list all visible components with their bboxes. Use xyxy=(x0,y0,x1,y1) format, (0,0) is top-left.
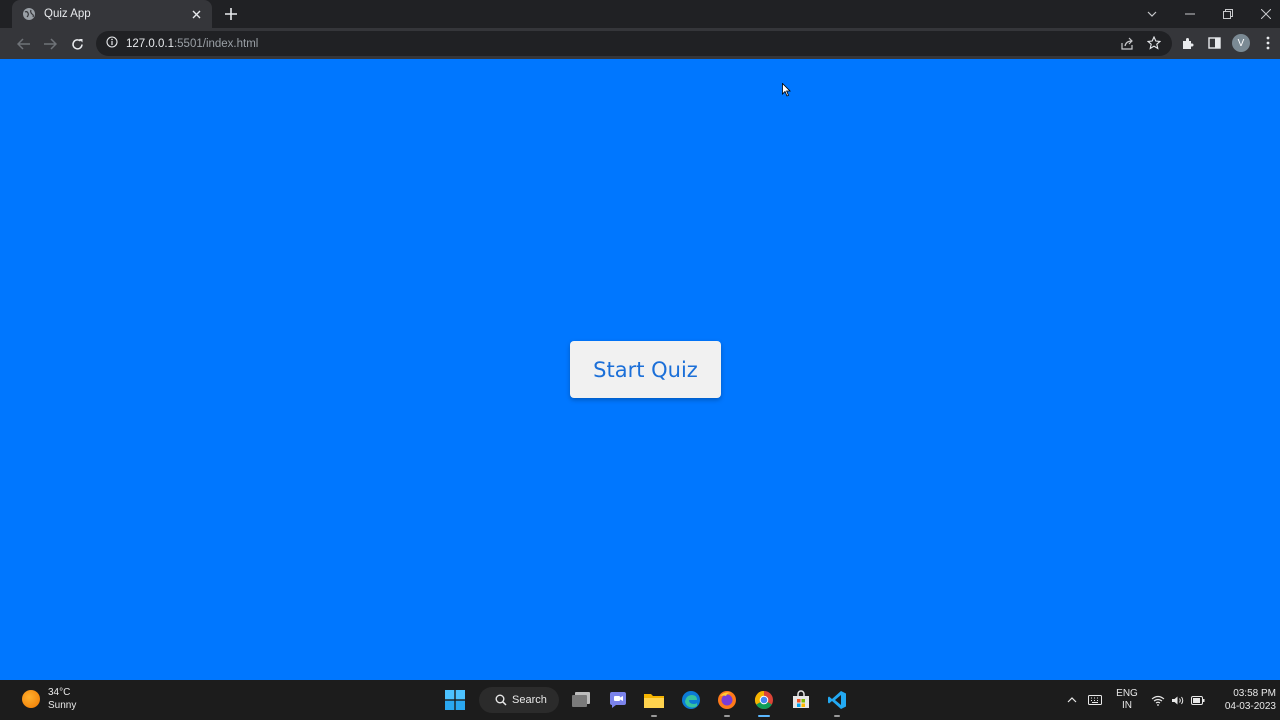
clock-date: 04-03-2023 xyxy=(1224,701,1276,712)
url-host: 127.0.0.1 xyxy=(126,37,174,50)
url-text: 127.0.0.1:5501/index.html xyxy=(126,38,258,50)
back-icon[interactable] xyxy=(14,34,34,54)
task-view-icon[interactable] xyxy=(567,686,595,714)
weather-condition: Sunny xyxy=(48,700,77,711)
wifi-icon[interactable] xyxy=(1150,680,1166,720)
firefox-icon[interactable] xyxy=(713,686,741,717)
lang-line2: IN xyxy=(1122,700,1132,711)
running-indicator xyxy=(724,715,730,717)
sun-icon xyxy=(22,690,40,708)
clock-time: 03:58 PM xyxy=(1233,688,1276,699)
tab-search-icon[interactable] xyxy=(1133,0,1171,28)
info-icon[interactable] xyxy=(106,35,118,53)
volume-icon[interactable] xyxy=(1170,680,1186,720)
search-icon xyxy=(495,694,507,706)
forward-icon[interactable] xyxy=(40,34,60,54)
search-label: Search xyxy=(512,694,547,706)
chat-icon[interactable] xyxy=(604,686,632,714)
restore-icon[interactable] xyxy=(1209,0,1247,28)
browser-toolbar: 127.0.0.1:5501/index.html V xyxy=(0,28,1280,59)
weather-temp: 34°C xyxy=(48,687,71,698)
close-tab-icon[interactable] xyxy=(188,6,204,22)
share-icon[interactable] xyxy=(1117,33,1137,53)
lang-line1: ENG xyxy=(1116,688,1138,699)
chevron-up-icon[interactable] xyxy=(1063,680,1081,720)
browser-tab-strip: Quiz App xyxy=(0,0,1280,28)
weather-widget[interactable]: 34°C Sunny xyxy=(22,686,76,712)
tab-title: Quiz App xyxy=(44,8,91,20)
bookmark-star-icon[interactable] xyxy=(1144,33,1164,53)
windows-taskbar: 34°C Sunny Search ENG IN 03:58 PM 04-03-… xyxy=(0,680,1280,720)
file-explorer-icon[interactable] xyxy=(640,686,668,717)
start-quiz-button[interactable]: Start Quiz xyxy=(570,341,721,398)
keyboard-icon[interactable] xyxy=(1086,680,1104,720)
mouse-cursor-icon xyxy=(782,82,791,102)
close-window-icon[interactable] xyxy=(1247,0,1280,28)
side-panel-icon[interactable] xyxy=(1204,33,1224,53)
windows-start-icon[interactable] xyxy=(441,686,469,714)
system-clock[interactable]: 03:58 PM 04-03-2023 xyxy=(1214,687,1276,713)
active-indicator xyxy=(758,715,770,717)
edge-icon[interactable] xyxy=(677,686,705,714)
address-bar[interactable]: 127.0.0.1:5501/index.html xyxy=(96,31,1172,56)
new-tab-button[interactable] xyxy=(222,5,240,23)
minimize-icon[interactable] xyxy=(1171,0,1209,28)
reload-icon[interactable] xyxy=(67,34,87,54)
menu-kebab-icon[interactable] xyxy=(1258,33,1278,53)
profile-avatar[interactable]: V xyxy=(1232,34,1250,52)
store-icon[interactable] xyxy=(787,686,815,714)
browser-tab[interactable]: Quiz App xyxy=(12,0,212,28)
running-indicator xyxy=(651,715,657,717)
extensions-icon[interactable] xyxy=(1177,33,1197,53)
running-indicator xyxy=(834,715,840,717)
vscode-icon[interactable] xyxy=(823,686,851,717)
battery-icon[interactable] xyxy=(1190,680,1206,720)
globe-icon xyxy=(22,7,36,21)
chrome-icon[interactable] xyxy=(750,686,778,717)
url-path: :5501/index.html xyxy=(173,37,259,50)
page-viewport: Start Quiz xyxy=(0,59,1280,680)
language-indicator[interactable]: ENG IN xyxy=(1116,688,1138,712)
taskbar-search[interactable]: Search xyxy=(479,687,559,713)
